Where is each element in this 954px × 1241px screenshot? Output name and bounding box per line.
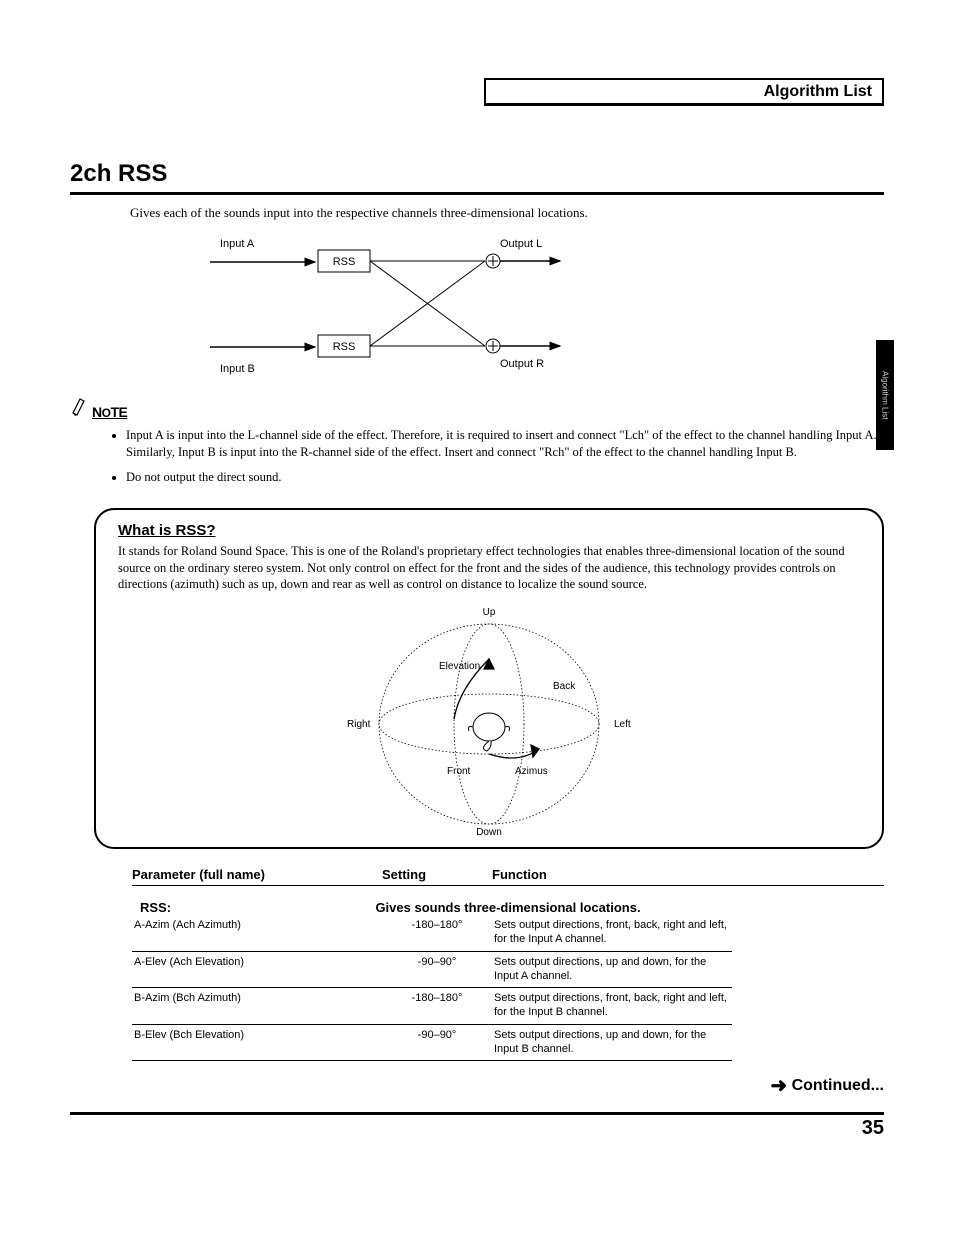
note-list: Input A is input into the L-channel side… xyxy=(110,427,884,486)
table-row: A-Azim (Ach Azimuth) -180–180° Sets outp… xyxy=(132,915,732,951)
sphere-left-label: Left xyxy=(614,719,631,730)
flow-rss-box-1: RSS xyxy=(333,256,356,268)
page-number: 35 xyxy=(70,1117,884,1140)
note-item: Input A is input into the L-channel side… xyxy=(126,427,884,461)
continued-label: Continued... xyxy=(792,1077,884,1094)
sphere-azim-label: Azimus xyxy=(515,766,548,777)
cell-func: Sets output directions, up and down, for… xyxy=(492,1024,732,1061)
cell-func: Sets output directions, front, back, rig… xyxy=(492,988,732,1025)
sphere-right-label: Right xyxy=(347,719,371,730)
sphere-front-label: Front xyxy=(447,766,471,777)
what-is-rss-box: What is RSS? It stands for Roland Sound … xyxy=(94,508,884,850)
section-desc: Gives sounds three-dimensional locations… xyxy=(132,900,884,915)
cell-param: B-Azim (Bch Azimuth) xyxy=(132,988,382,1025)
table-row: A-Elev (Ach Elevation) -90–90° Sets outp… xyxy=(132,951,732,988)
header-box: Algorithm List xyxy=(484,78,884,106)
flow-input-a-label: Input A xyxy=(220,238,255,250)
param-table-header: Parameter (full name) Setting Function xyxy=(132,867,884,886)
sphere-back-label: Back xyxy=(553,681,576,692)
cell-param: A-Azim (Ach Azimuth) xyxy=(132,915,382,951)
note-icon: NOTE xyxy=(70,401,884,423)
cell-setting: -180–180° xyxy=(382,988,492,1025)
param-table: A-Azim (Ach Azimuth) -180–180° Sets outp… xyxy=(132,915,732,1061)
continued-indicator: ➜ Continued... xyxy=(70,1073,884,1098)
cell-setting: -90–90° xyxy=(382,1024,492,1061)
side-tab: Algorithm List xyxy=(876,340,894,450)
signal-flow-diagram: Input A RSS Input B RSS Output L Output … xyxy=(200,227,620,387)
flow-rss-box-2: RSS xyxy=(333,341,356,353)
table-row: B-Azim (Bch Azimuth) -180–180° Sets outp… xyxy=(132,988,732,1025)
cell-func: Sets output directions, front, back, rig… xyxy=(492,915,732,951)
footer-rule xyxy=(70,1112,884,1115)
cell-setting: -180–180° xyxy=(382,915,492,951)
sphere-elev-label: Elevation xyxy=(439,661,480,672)
intro-text: Gives each of the sounds input into the … xyxy=(130,205,884,221)
table-row: B-Elev (Bch Elevation) -90–90° Sets outp… xyxy=(132,1024,732,1061)
header-param: Parameter (full name) xyxy=(132,867,382,882)
note-item: Do not output the direct sound. xyxy=(126,469,884,486)
cell-func: Sets output directions, up and down, for… xyxy=(492,951,732,988)
pencil-icon xyxy=(70,395,90,417)
sphere-down-label: Down xyxy=(476,827,502,838)
header-setting: Setting xyxy=(382,867,492,882)
arrow-right-icon: ➜ xyxy=(770,1075,787,1097)
flow-output-l-label: Output L xyxy=(500,238,542,250)
flow-output-r-label: Output R xyxy=(500,358,544,370)
page-title: 2ch RSS xyxy=(70,160,884,188)
title-rule xyxy=(70,192,884,195)
flow-input-b-label: Input B xyxy=(220,363,255,375)
note-label: NOTE xyxy=(92,404,127,420)
callout-heading: What is RSS? xyxy=(118,522,860,539)
cell-param: B-Elev (Bch Elevation) xyxy=(132,1024,382,1061)
cell-param: A-Elev (Ach Elevation) xyxy=(132,951,382,988)
header-func: Function xyxy=(492,867,884,882)
sphere-up-label: Up xyxy=(483,607,496,618)
callout-body: It stands for Roland Sound Space. This i… xyxy=(118,543,860,594)
sphere-diagram: Up Down Left Right Front Back Elevation … xyxy=(339,599,639,839)
header-title: Algorithm List xyxy=(764,83,872,101)
cell-setting: -90–90° xyxy=(382,951,492,988)
